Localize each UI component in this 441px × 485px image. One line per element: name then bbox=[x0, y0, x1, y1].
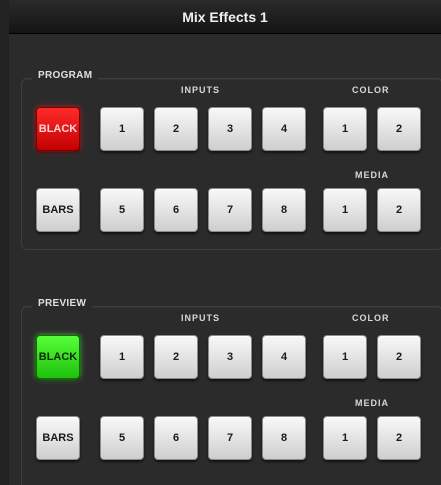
preview-input-8-button[interactable]: 8 bbox=[262, 416, 306, 460]
preview-label: PREVIEW bbox=[32, 298, 93, 309]
program-input-6-button[interactable]: 6 bbox=[154, 188, 198, 232]
preview-media-label: MEDIA bbox=[355, 398, 389, 408]
program-color-label: COLOR bbox=[352, 85, 390, 95]
program-label: PROGRAM bbox=[32, 70, 99, 81]
program-input-7-button[interactable]: 7 bbox=[208, 188, 252, 232]
program-media-label: MEDIA bbox=[355, 170, 389, 180]
program-input-4-button[interactable]: 4 bbox=[262, 107, 306, 151]
program-input-8-button[interactable]: 8 bbox=[262, 188, 306, 232]
program-color-1-button[interactable]: 1 bbox=[323, 107, 367, 151]
preview-input-1-button[interactable]: 1 bbox=[100, 335, 144, 379]
program-input-3-button[interactable]: 3 bbox=[208, 107, 252, 151]
title-bar: Mix Effects 1 bbox=[9, 0, 441, 34]
program-input-2-button[interactable]: 2 bbox=[154, 107, 198, 151]
preview-color-1-button[interactable]: 1 bbox=[323, 335, 367, 379]
program-media-1-button[interactable]: 1 bbox=[323, 188, 367, 232]
window-title: Mix Effects 1 bbox=[182, 9, 268, 25]
preview-input-7-button[interactable]: 7 bbox=[208, 416, 252, 460]
preview-media-1-button[interactable]: 1 bbox=[323, 416, 367, 460]
preview-input-5-button[interactable]: 5 bbox=[100, 416, 144, 460]
program-black-button[interactable]: BLACK bbox=[36, 107, 80, 151]
preview-input-3-button[interactable]: 3 bbox=[208, 335, 252, 379]
preview-input-2-button[interactable]: 2 bbox=[154, 335, 198, 379]
preview-black-button[interactable]: BLACK bbox=[36, 335, 80, 379]
preview-inputs-label: INPUTS bbox=[181, 313, 221, 323]
preview-bars-button[interactable]: BARS bbox=[36, 416, 80, 460]
preview-input-4-button[interactable]: 4 bbox=[262, 335, 306, 379]
program-color-2-button[interactable]: 2 bbox=[377, 107, 421, 151]
preview-color-2-button[interactable]: 2 bbox=[377, 335, 421, 379]
preview-input-6-button[interactable]: 6 bbox=[154, 416, 198, 460]
preview-color-label: COLOR bbox=[352, 313, 390, 323]
program-input-5-button[interactable]: 5 bbox=[100, 188, 144, 232]
preview-media-2-button[interactable]: 2 bbox=[377, 416, 421, 460]
program-bars-button[interactable]: BARS bbox=[36, 188, 80, 232]
program-input-1-button[interactable]: 1 bbox=[100, 107, 144, 151]
program-media-2-button[interactable]: 2 bbox=[377, 188, 421, 232]
program-inputs-label: INPUTS bbox=[181, 85, 221, 95]
